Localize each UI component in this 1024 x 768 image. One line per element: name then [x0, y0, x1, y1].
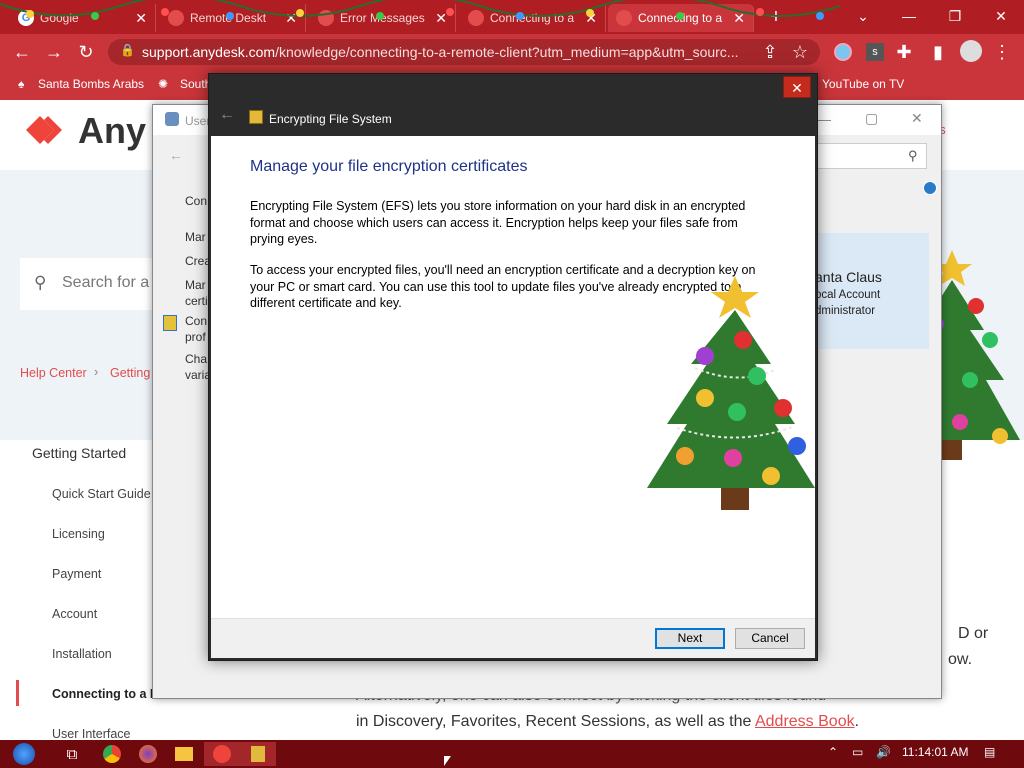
dialog-title: Encrypting File System — [269, 112, 392, 126]
efs-dialog: ✕ ← Encrypting File System Manage your f… — [208, 73, 818, 661]
bookmark-star-icon[interactable]: ☆ — [788, 40, 812, 64]
search-icon: ⚲ — [34, 273, 47, 292]
volume-icon[interactable]: 🔊 — [876, 745, 891, 759]
windows-orb-icon — [13, 743, 35, 765]
next-button[interactable]: Next — [655, 628, 725, 649]
address-book-link[interactable]: Address Book — [755, 713, 855, 730]
anydesk-taskbar-icon[interactable] — [204, 742, 240, 766]
dialog-heading: Manage your file encryption certificates — [250, 158, 528, 175]
close-icon[interactable]: ✕ — [585, 10, 597, 27]
bookmark-youtube-tv[interactable]: YouTube on TV — [822, 77, 904, 91]
firefox-icon[interactable] — [130, 742, 166, 766]
anydesk-icon — [168, 10, 184, 26]
back-arrow-icon[interactable]: ← — [219, 106, 239, 126]
close-icon[interactable]: ✕ — [285, 10, 297, 27]
control-panel-search[interactable]: ⚲ — [815, 143, 927, 169]
restore-button[interactable]: ❐ — [932, 0, 978, 32]
sidebar-item-installation[interactable]: Installation — [52, 647, 112, 661]
clock[interactable]: 11:14:01 AM — [902, 745, 969, 759]
dialog-footer: Next Cancel — [211, 618, 815, 658]
search-box[interactable]: ⚲ Search for a — [20, 258, 160, 310]
sidebar-item-user-interface[interactable]: User Interface — [52, 727, 131, 740]
close-icon[interactable]: ✕ — [911, 110, 923, 127]
sidebar-item-quick-start[interactable]: Quick Start Guide — [52, 487, 151, 501]
tab-strip: G Google ✕ Remote Deskt ✕ Error Messages… — [0, 0, 1024, 34]
dialog-paragraph-1: Encrypting File System (EFS) lets you st… — [250, 199, 746, 246]
close-window-button[interactable]: ✕ — [978, 0, 1024, 32]
active-indicator — [16, 680, 19, 706]
content-line-2: in Discovery, Favorites, Recent Sessions… — [356, 713, 860, 730]
chrome-icon[interactable] — [94, 742, 130, 766]
share-icon[interactable]: ⇪ — [758, 40, 782, 64]
logo-text: Any — [78, 110, 147, 151]
extensions-puzzle-icon[interactable]: ✚ — [892, 40, 916, 64]
google-icon: G — [18, 10, 34, 26]
certificate-taskbar-icon[interactable] — [240, 742, 276, 766]
notification-icon[interactable]: ▤ — [984, 745, 995, 759]
chevron-up-icon[interactable]: ⌃ — [828, 745, 838, 759]
url-bar[interactable]: 🔒 support.anydesk.com/knowledge/connecti… — [108, 39, 820, 65]
anydesk-icon — [616, 10, 632, 26]
certificate-icon — [249, 110, 263, 124]
file-explorer-icon[interactable] — [166, 742, 202, 766]
users-icon — [165, 112, 179, 126]
network-icon[interactable]: ▭ — [852, 745, 863, 759]
anydesk-icon — [468, 10, 484, 26]
tab-remote-desktop[interactable]: Remote Deskt ✕ — [160, 4, 306, 32]
flag-extension-icon[interactable] — [834, 43, 852, 61]
bookmark-santa[interactable]: Santa Bombs Arabs — [38, 77, 144, 91]
tab-search-icon[interactable]: ⌄ — [840, 0, 886, 32]
extension-s-icon[interactable]: s — [866, 43, 884, 61]
taskbar: ⧉ ⌃ ▭ 🔊 11:14:01 AM ▤ — [0, 740, 1024, 768]
help-globe-icon[interactable] — [923, 181, 937, 195]
tab-error-messages[interactable]: Error Messages ✕ — [310, 4, 456, 32]
sidebar-item-payment[interactable]: Payment — [52, 567, 101, 581]
profile-avatar[interactable] — [960, 40, 982, 62]
sidebar-item-licensing[interactable]: Licensing — [52, 527, 105, 541]
side-panel-icon[interactable]: ▮ — [926, 40, 950, 64]
start-button[interactable] — [6, 742, 42, 766]
reload-icon[interactable]: ↻ — [74, 40, 98, 64]
tab-google[interactable]: G Google ✕ — [10, 4, 156, 32]
cancel-button[interactable]: Cancel — [735, 628, 805, 649]
forward-icon[interactable]: → — [42, 40, 66, 64]
sidebar-item-account[interactable]: Account — [52, 607, 97, 621]
sidebar-title: Getting Started — [32, 445, 127, 461]
dialog-close-button[interactable]: ✕ — [783, 76, 811, 98]
pin-icon: ♠ — [18, 77, 25, 91]
minimize-button[interactable]: — — [886, 0, 932, 32]
dialog-body: Manage your file encryption certificates… — [211, 136, 815, 618]
kebab-menu-icon[interactable]: ⋮ — [990, 40, 1014, 64]
anydesk-logo[interactable] — [22, 112, 68, 148]
bookmark-south[interactable]: South — [180, 77, 211, 91]
breadcrumb-getting[interactable]: Getting — [110, 366, 150, 380]
address-toolbar: ← → ↻ 🔒 support.anydesk.com/knowledge/co… — [0, 34, 1024, 70]
gear-icon: ✺ — [158, 77, 169, 91]
new-tab-button[interactable]: + — [764, 6, 788, 30]
mouse-cursor — [444, 756, 451, 766]
user-card: anta Claus ocal Account dministrator — [815, 233, 929, 349]
breadcrumb-help-center[interactable]: Help Center — [20, 366, 87, 380]
back-icon[interactable]: ← — [10, 40, 34, 64]
tab-connecting-active[interactable]: Connecting to a ✕ — [608, 4, 754, 32]
back-icon[interactable]: ← — [169, 147, 183, 163]
maximize-icon[interactable]: ▢ — [865, 110, 878, 127]
close-icon[interactable]: ✕ — [733, 10, 745, 27]
christmas-tree-decoration — [647, 276, 815, 510]
close-icon[interactable]: ✕ — [435, 10, 447, 27]
sidebar-item-connecting[interactable]: Connecting to a R — [52, 687, 159, 701]
shield-icon — [163, 315, 177, 331]
tab-connecting-1[interactable]: Connecting to a ✕ — [460, 4, 606, 32]
chevron-right-icon: › — [94, 364, 99, 379]
minimize-icon[interactable]: — — [817, 111, 831, 127]
lock-icon: 🔒 — [120, 43, 135, 57]
task-view-icon[interactable]: ⧉ — [54, 742, 90, 766]
anydesk-icon — [318, 10, 334, 26]
close-icon[interactable]: ✕ — [135, 10, 147, 27]
search-icon: ⚲ — [908, 148, 918, 163]
